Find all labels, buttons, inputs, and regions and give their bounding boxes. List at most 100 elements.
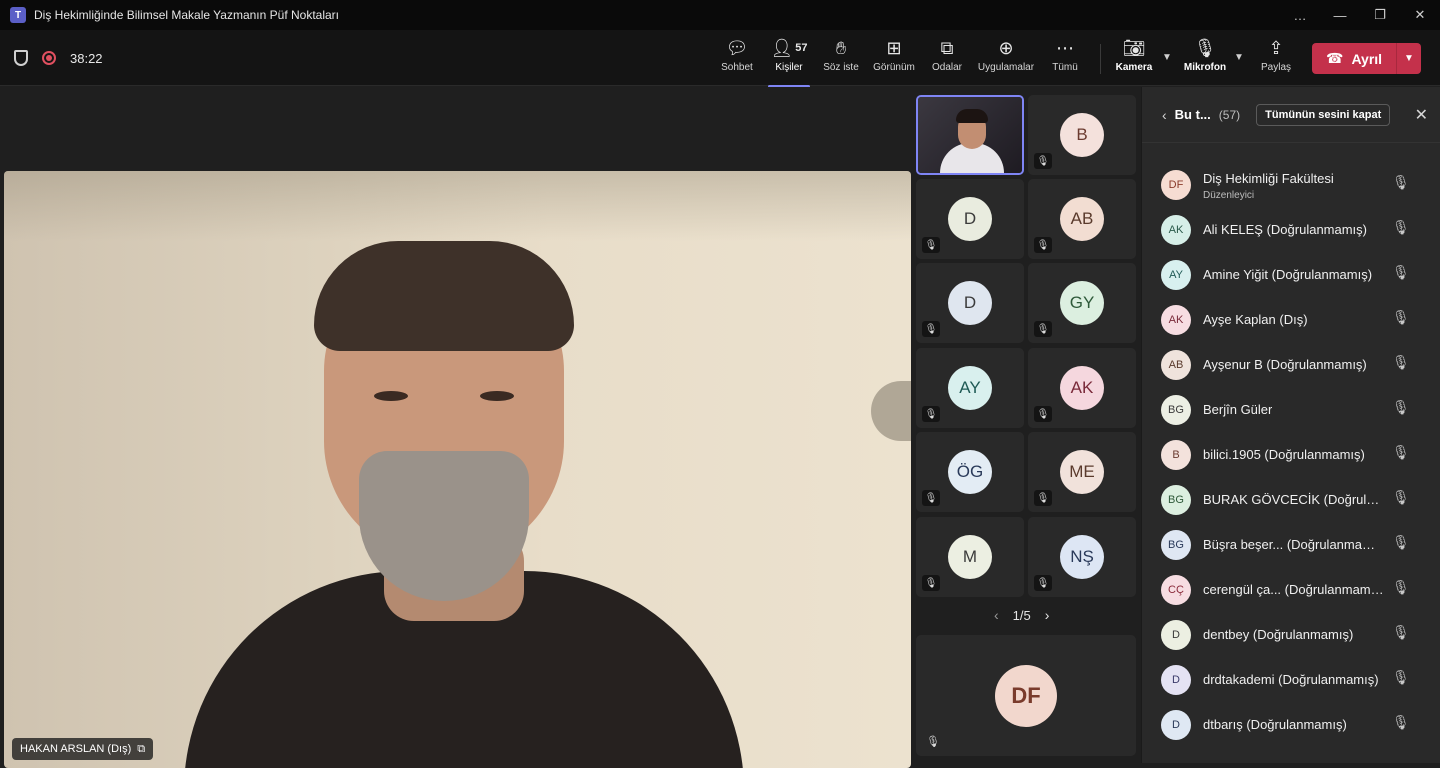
list-item[interactable]: BG Büşra beşer... (Doğrulanmamış) 🎙︎ <box>1142 522 1440 567</box>
muted-mic-icon[interactable]: 🎙︎ <box>1392 174 1410 191</box>
participant-name: Ali KELEŞ (Doğrulanmamış) <box>1203 222 1367 237</box>
mute-all-button[interactable]: Tümünün sesini kapat <box>1256 103 1391 126</box>
raise-hand-button[interactable]: ✋︎ Söz iste <box>822 36 860 82</box>
shield-icon[interactable] <box>14 50 28 66</box>
avatar: AK <box>1161 214 1191 245</box>
list-item[interactable]: BG BURAK GÖVCECİK (Doğrulan... 🎙︎ <box>1142 477 1440 522</box>
mic-options-chevron-icon[interactable]: ▼ <box>1234 52 1244 63</box>
participant-name: dtbarış (Doğrulanmamış) <box>1203 717 1347 732</box>
participant-tile[interactable]: D 🎙︎ <box>916 263 1024 343</box>
hang-up-icon: ☎︎ <box>1326 50 1344 66</box>
camera-off-icon: 📷︎ <box>1122 37 1146 58</box>
muted-mic-icon[interactable]: 🎙︎ <box>1392 399 1410 416</box>
participant-tile[interactable]: M 🎙︎ <box>916 517 1024 597</box>
self-video <box>918 97 1022 173</box>
muted-mic-icon[interactable]: 🎙︎ <box>1392 444 1410 461</box>
participant-tile[interactable]: AB 🎙︎ <box>1028 179 1136 259</box>
muted-mic-icon[interactable]: 🎙︎ <box>1392 579 1410 596</box>
chat-button[interactable]: 💬︎ Sohbet <box>718 36 756 82</box>
meeting-toolbar: 38:22 💬︎ Sohbet 👤︎ 57 Kişiler ✋︎ Söz iste… <box>0 30 1440 88</box>
participant-tile[interactable]: ME 🎙︎ <box>1028 432 1136 512</box>
avatar: DF <box>995 664 1057 727</box>
participant-count: (57) <box>1218 107 1241 122</box>
participant-tile[interactable]: ÖG 🎙︎ <box>916 432 1024 512</box>
close-window-icon[interactable]: ✕ <box>1400 7 1440 23</box>
list-item[interactable]: D drdtakademi (Doğrulanmamış) 🎙︎ <box>1142 657 1440 702</box>
participant-tile[interactable]: AK 🎙︎ <box>1028 348 1136 428</box>
maximize-icon[interactable]: ❐ <box>1360 7 1400 23</box>
camera-button[interactable]: 📷︎ Kamera <box>1114 36 1154 82</box>
apps-button[interactable]: ⊕ Uygulamalar <box>976 36 1036 82</box>
leave-main[interactable]: ☎︎ Ayrıl <box>1312 50 1396 67</box>
avatar: AB <box>1060 197 1104 241</box>
list-item[interactable]: CÇ cerengül ça... (Doğrulanmamış) 🎙︎ <box>1142 567 1440 612</box>
self-video-tile[interactable] <box>916 95 1024 175</box>
muted-mic-icon[interactable]: 🎙︎ <box>1392 264 1410 281</box>
list-item[interactable]: B bilici.1905 (Doğrulanmamış) 🎙︎ <box>1142 432 1440 477</box>
muted-mic-icon[interactable]: 🎙︎ <box>1392 624 1410 641</box>
minimize-icon[interactable]: — <box>1320 8 1360 23</box>
participant-tile[interactable]: GY 🎙︎ <box>1028 263 1136 343</box>
recording-icon[interactable] <box>42 51 56 65</box>
back-icon[interactable]: ‹ <box>1162 107 1167 123</box>
window-title: Diş Hekimliğinde Bilimsel Makale Yazmanı… <box>34 8 340 22</box>
leave-button[interactable]: ☎︎ Ayrıl ▼ <box>1312 43 1421 74</box>
muted-mic-icon: 🎙︎ <box>922 321 940 337</box>
hand-icon: ✋︎ <box>835 37 847 58</box>
list-item[interactable]: AY Amine Yiğit (Doğrulanmamış) 🎙︎ <box>1142 252 1440 297</box>
list-item[interactable]: AK Ayşe Kaplan (Dış) 🎙︎ <box>1142 297 1440 342</box>
lamp <box>871 381 911 441</box>
microphone-button[interactable]: 🎙︎ Mikrofon <box>1182 36 1228 82</box>
more-button[interactable]: ⋯ Tümü <box>1050 36 1080 82</box>
avatar: B <box>1060 113 1104 157</box>
muted-mic-icon[interactable]: 🎙︎ <box>1392 669 1410 686</box>
share-button[interactable]: ⇪ Paylaş <box>1260 36 1292 82</box>
avatar: ÖG <box>948 450 992 494</box>
more-window-options-icon[interactable]: … <box>1280 8 1320 23</box>
list-item[interactable]: AB Ayşenur B (Doğrulanmamış) 🎙︎ <box>1142 342 1440 387</box>
previous-page-icon[interactable]: ‹ <box>994 607 999 623</box>
muted-mic-icon[interactable]: 🎙︎ <box>1392 714 1410 731</box>
view-button[interactable]: ⊞ Görünüm <box>872 36 916 82</box>
share-icon: ⇪ <box>1268 37 1284 58</box>
close-icon[interactable]: ✕ <box>1415 105 1428 125</box>
avatar: AK <box>1060 366 1104 410</box>
participant-tile[interactable]: NŞ 🎙︎ <box>1028 517 1136 597</box>
organizer-tile[interactable]: DF 🎙︎ <box>916 635 1136 756</box>
participant-tile[interactable]: AY 🎙︎ <box>916 348 1024 428</box>
leave-options-chevron-icon[interactable]: ▼ <box>1396 43 1421 74</box>
speaker-eye <box>480 391 514 401</box>
muted-mic-icon[interactable]: 🎙︎ <box>1392 534 1410 551</box>
list-item[interactable]: D dtbarış (Doğrulanmamış) 🎙︎ <box>1142 702 1440 747</box>
next-page-icon[interactable]: › <box>1045 607 1050 623</box>
panel-title: Bu t... <box>1174 107 1211 122</box>
avatar: NŞ <box>1060 535 1104 579</box>
participant-role: Düzenleyici <box>1203 190 1255 201</box>
camera-options-chevron-icon[interactable]: ▼ <box>1162 52 1172 63</box>
participant-name: cerengül ça... (Doğrulanmamış) <box>1203 582 1385 597</box>
list-item[interactable]: AK Ali KELEŞ (Doğrulanmamış) 🎙︎ <box>1142 207 1440 252</box>
participant-tile[interactable]: D 🎙︎ <box>916 179 1024 259</box>
list-item[interactable]: D dentbey (Doğrulanmamış) 🎙︎ <box>1142 612 1440 657</box>
muted-mic-icon[interactable]: 🎙︎ <box>1392 354 1410 371</box>
muted-mic-icon: 🎙︎ <box>1034 153 1052 169</box>
people-button[interactable]: 👤︎ 57 Kişiler <box>768 36 810 88</box>
participant-tile[interactable]: B 🎙︎ <box>1028 95 1136 175</box>
muted-mic-icon[interactable]: 🎙︎ <box>1392 309 1410 326</box>
more-icon: ⋯ <box>1056 37 1074 58</box>
speaker-video[interactable]: HAKAN ARSLAN (Dış) ⧉ <box>4 171 911 768</box>
avatar: D <box>1161 619 1191 650</box>
muted-mic-icon[interactable]: 🎙︎ <box>1392 489 1410 506</box>
rooms-button[interactable]: ⧉ Odalar <box>930 36 964 82</box>
avatar: ME <box>1060 450 1104 494</box>
participant-name: Büşra beşer... (Doğrulanmamış) <box>1203 537 1385 552</box>
muted-mic-icon: 🎙︎ <box>1034 321 1052 337</box>
avatar: B <box>1161 439 1191 470</box>
avatar: AK <box>1161 304 1191 335</box>
speaker-eye <box>374 391 408 401</box>
muted-mic-icon[interactable]: 🎙︎ <box>1392 219 1410 236</box>
avatar: BG <box>1161 394 1191 425</box>
people-panel: ‹ Bu t... (57) Tümünün sesini kapat ✕ DF… <box>1141 87 1440 763</box>
list-item[interactable]: DF Diş Hekimliği Fakültesi Düzenleyici 🎙… <box>1142 162 1440 207</box>
list-item[interactable]: BG Berjîn Güler 🎙︎ <box>1142 387 1440 432</box>
